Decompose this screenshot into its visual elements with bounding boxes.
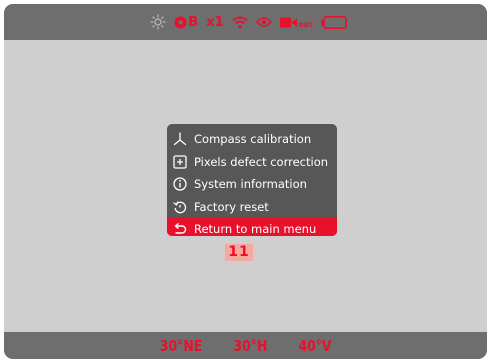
menu-item-factory-reset[interactable]: Factory reset [167, 196, 337, 219]
system-menu: Compass calibration Pixels defect correc… [167, 124, 337, 236]
video-out-label: OUT [298, 21, 313, 29]
menu-item-label: Factory reset [194, 199, 269, 214]
step-number-badge: 11 [225, 244, 253, 261]
menu-item-label: Return to main menu [194, 222, 317, 236]
eye-icon [255, 17, 272, 27]
menu-item-compass-calibration[interactable]: Compass calibration [167, 128, 337, 151]
brightness-icon [150, 14, 166, 30]
status-bar: B x1 OUT [4, 4, 487, 40]
reset-icon [173, 201, 187, 214]
plus-square-icon [173, 155, 187, 169]
menu-item-system-information[interactable]: System information [167, 173, 337, 196]
vertical-value: 40°V [298, 336, 332, 355]
return-icon [174, 223, 187, 234]
zoom-level: x1 [206, 14, 224, 30]
orientation-bar: 30°NE 30°H 40°V [4, 332, 487, 359]
wifi-icon [232, 16, 248, 29]
info-icon [173, 177, 187, 191]
menu-item-label: Compass calibration [194, 132, 312, 147]
mode-label: B [188, 14, 199, 30]
record-mode-icon [174, 16, 187, 28]
menu-item-label: System information [194, 177, 307, 192]
heading-value: 30°NE [159, 336, 203, 355]
menu-item-return-to-main-menu[interactable]: Return to main menu [167, 218, 337, 236]
compass-icon [173, 132, 187, 146]
height-value: 30°H [233, 336, 268, 355]
video-out-icon [279, 17, 297, 27]
video-out-indicator: OUT [279, 16, 313, 29]
battery-icon [320, 15, 347, 29]
menu-item-label: Pixels defect correction [194, 154, 329, 169]
record-mode-indicator: B [174, 15, 198, 30]
menu-item-pixels-defect-correction[interactable]: Pixels defect correction [167, 151, 337, 174]
